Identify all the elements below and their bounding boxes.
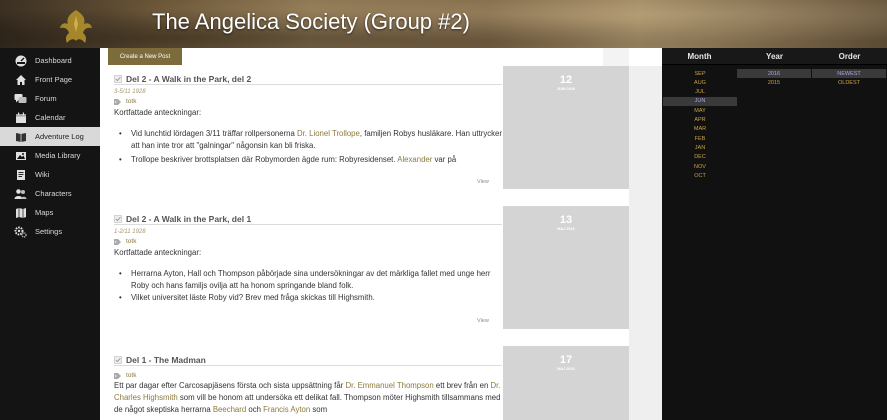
post-body: Kortfattade anteckningar: Herrarna Ayton… xyxy=(114,247,502,304)
post-title[interactable]: Del 2 - A Walk in the Park, del 1 xyxy=(126,214,251,224)
post-item: Del 2 - A Walk in the Park, del 1 1-2/11… xyxy=(114,213,502,304)
character-link[interactable]: Beechard xyxy=(213,405,246,414)
header-strip xyxy=(603,48,629,66)
post-day: 17 xyxy=(559,354,573,366)
archive-panel: Month Year Order SEP AUG JUL JUN MAY APR MAR FE… xyxy=(662,48,887,420)
create-post-button[interactable]: Create a New Post xyxy=(108,48,182,65)
archive-year-item[interactable]: 2016 xyxy=(737,69,811,78)
archive-order-header: Order xyxy=(838,51,861,61)
post-date: 3-5/11 1928 xyxy=(114,89,146,95)
wiki-icon xyxy=(14,168,27,181)
archive-month-item[interactable]: JUN xyxy=(663,96,737,106)
archive-month-item[interactable]: AUG xyxy=(663,78,737,87)
archive-month-item[interactable]: NOV xyxy=(663,162,737,171)
post-item: Del 1 - The Madman totk Ett par dagar ef… xyxy=(114,354,502,416)
post-fade xyxy=(114,298,502,328)
sidebar-item-forum[interactable]: Forum xyxy=(0,89,100,108)
archive-year-header: Year xyxy=(766,51,783,61)
dashboard-icon xyxy=(14,54,27,67)
archive-month-item[interactable]: APR xyxy=(663,116,737,125)
post-date-box: 17 MAJ 2016 xyxy=(503,346,629,420)
tag-icon xyxy=(114,98,121,105)
content-right-bar xyxy=(629,66,662,420)
site-title: The Angelica Society (Group #2) xyxy=(152,9,470,34)
post-month: JUNI 2016 xyxy=(556,87,576,91)
post-date: 1-2/11 1928 xyxy=(114,229,146,235)
sidebar-item-adventure-log[interactable]: Adventure Log xyxy=(0,127,106,146)
dragon-logo-icon[interactable] xyxy=(56,8,96,46)
post-tag[interactable]: totk xyxy=(126,238,136,245)
sidebar-item-label: Media Library xyxy=(35,151,81,160)
characters-icon xyxy=(14,187,27,200)
chat-icon xyxy=(14,92,27,105)
book-icon xyxy=(14,130,27,143)
post-date-box: 13 MAJ 2016 xyxy=(503,206,629,329)
post-month: MAJ 2016 xyxy=(557,227,575,231)
sidebar-item-front-page[interactable]: Front Page xyxy=(0,70,100,89)
archive-header: Month Year Order xyxy=(662,48,887,65)
post-body: Kortfattade anteckningar: Vid lunchtid l… xyxy=(114,107,502,166)
tag-icon xyxy=(114,238,121,245)
sidebar: Dashboard Front Page Forum Calendar Adve… xyxy=(0,48,106,420)
sidebar-item-maps[interactable]: Maps xyxy=(0,203,100,222)
site-header: The Angelica Society (Group #2) xyxy=(0,0,887,48)
maps-icon xyxy=(14,206,27,219)
main-content: Create a New Post Del 2 - A Walk in the … xyxy=(100,48,662,420)
archive-month-item[interactable]: SEP xyxy=(663,69,737,78)
post-checkbox-icon[interactable] xyxy=(114,355,122,364)
sidebar-item-media-library[interactable]: Media Library xyxy=(0,146,100,165)
post-tag[interactable]: totk xyxy=(126,372,136,379)
sidebar-item-label: Wiki xyxy=(35,170,50,179)
character-link[interactable]: Dr. Emmanuel Thompson xyxy=(345,381,433,390)
archive-month-item[interactable]: DEC xyxy=(663,153,737,162)
media-icon xyxy=(14,149,27,162)
sidebar-item-calendar[interactable]: Calendar xyxy=(0,108,100,127)
post-month: MAJ 2016 xyxy=(557,367,575,371)
sidebar-item-dashboard[interactable]: Dashboard xyxy=(0,51,100,70)
archive-month-item[interactable]: JUL xyxy=(663,88,737,97)
sidebar-item-characters[interactable]: Characters xyxy=(0,184,100,203)
sidebar-item-label: Calendar xyxy=(35,113,66,122)
post-intro: Kortfattade anteckningar: xyxy=(114,248,202,257)
sidebar-item-label: Adventure Log xyxy=(35,132,84,141)
post-bullet: Herrarna Ayton, Hall och Thompson påbörj… xyxy=(114,268,502,292)
post-paragraph: Ett par dagar efter Carcosapjäsens först… xyxy=(114,381,501,414)
character-link[interactable]: Dr. Lionel Trollope xyxy=(297,129,360,138)
archive-order-item[interactable]: OLDEST xyxy=(812,78,886,87)
sidebar-item-label: Forum xyxy=(35,94,57,103)
archive-month-item[interactable]: FEB xyxy=(663,134,737,143)
archive-year-item[interactable]: 2015 xyxy=(737,78,811,87)
archive-order-item[interactable]: NEWEST xyxy=(812,69,886,78)
post-fade xyxy=(114,160,502,190)
post-day: 13 xyxy=(559,214,573,226)
post-intro: Kortfattade anteckningar: xyxy=(114,108,202,117)
post-title[interactable]: Del 2 - A Walk in the Park, del 2 xyxy=(126,74,251,84)
post-tag[interactable]: totk xyxy=(126,98,136,105)
settings-icon xyxy=(14,225,27,238)
sidebar-item-wiki[interactable]: Wiki xyxy=(0,165,100,184)
post-checkbox-icon[interactable] xyxy=(114,214,122,223)
character-link[interactable]: Francis Ayton xyxy=(263,405,310,414)
post-date-box: 12 JUNI 2016 xyxy=(503,66,629,189)
archive-month-item[interactable]: JAN xyxy=(663,143,737,152)
sidebar-item-label: Maps xyxy=(35,208,54,217)
post-day: 12 xyxy=(559,74,573,86)
sidebar-item-settings[interactable]: Settings xyxy=(0,222,100,241)
archive-month-item[interactable]: MAR xyxy=(663,125,737,134)
post-checkbox-icon[interactable] xyxy=(114,74,122,83)
post-item: Del 2 - A Walk in the Park, del 2 3-5/11… xyxy=(114,73,502,166)
tag-icon xyxy=(114,372,121,379)
post-bullet: Vid lunchtid lördagen 3/11 träffar rollp… xyxy=(114,128,502,152)
home-icon xyxy=(14,73,27,86)
calendar-icon xyxy=(14,111,27,124)
sidebar-item-label: Settings xyxy=(35,227,63,236)
sidebar-item-label: Dashboard xyxy=(35,56,72,65)
post-body: Ett par dagar efter Carcosapjäsens först… xyxy=(114,380,502,416)
archive-month-item[interactable]: MAY xyxy=(663,106,737,115)
sidebar-item-label: Front Page xyxy=(35,75,73,84)
archive-month-header: Month xyxy=(687,51,712,61)
sidebar-item-label: Characters xyxy=(35,189,72,198)
archive-month-item[interactable]: OCT xyxy=(663,171,737,180)
post-title[interactable]: Del 1 - The Madman xyxy=(126,355,206,365)
